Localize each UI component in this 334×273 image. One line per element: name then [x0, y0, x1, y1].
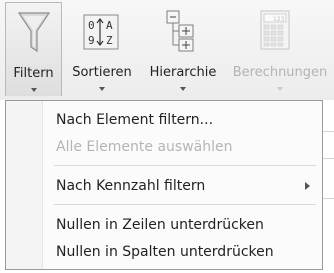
chevron-down-icon	[180, 87, 186, 91]
chevron-down-icon	[30, 88, 37, 92]
menu-item-suppress-zero-columns[interactable]: Nullen in Spalten unterdrücken	[42, 239, 322, 265]
background-divider	[323, 158, 334, 159]
svg-text:Z: Z	[106, 34, 113, 47]
hierarchy-button-label: Hierarchie	[149, 65, 217, 80]
sort-icon: 0 9 A Z	[83, 14, 119, 50]
menu-separator	[54, 204, 316, 205]
calculator-icon: 123	[260, 10, 290, 50]
ribbon: Filtern 0 9 A Z Sortieren Hierarchie 123…	[0, 0, 334, 100]
sort-button[interactable]: 0 9 A Z Sortieren	[63, 2, 141, 96]
menu-item-select-all: Alle Elemente auswählen	[42, 134, 322, 160]
svg-text:123: 123	[273, 16, 285, 23]
menu-item-suppress-zero-rows[interactable]: Nullen in Zeilen unterdrücken	[42, 212, 322, 238]
chevron-down-icon	[277, 87, 283, 91]
menu-separator	[54, 165, 316, 166]
hierarchy-icon	[166, 10, 194, 52]
menu-item-filter-by-element[interactable]: Nach Element filtern...	[42, 107, 322, 133]
menu-item-label: Nullen in Zeilen unterdrücken	[56, 217, 264, 233]
calculations-button: 123 Berechnungen	[226, 2, 334, 96]
filter-button-label: Filtern	[13, 66, 54, 81]
menu-item-label: Nach Element filtern...	[56, 112, 214, 128]
background-divider	[323, 131, 334, 132]
chevron-right-icon	[305, 182, 310, 190]
menu-icon-gutter	[6, 101, 43, 269]
svg-text:9: 9	[88, 34, 95, 47]
calculations-button-label: Berechnungen	[232, 65, 328, 80]
filter-dropdown-menu: Nach Element filtern... Alle Elemente au…	[5, 100, 323, 270]
filter-button[interactable]: Filtern	[5, 2, 62, 96]
menu-item-label: Alle Elemente auswählen	[56, 139, 233, 155]
svg-text:A: A	[106, 19, 113, 32]
svg-text:0: 0	[88, 19, 95, 32]
sort-button-label: Sortieren	[72, 65, 132, 80]
menu-item-label: Nach Kennzahl filtern	[56, 178, 206, 194]
chevron-down-icon	[99, 87, 105, 91]
menu-item-filter-by-measure[interactable]: Nach Kennzahl filtern	[42, 173, 322, 199]
funnel-icon	[18, 12, 50, 53]
background-divider	[323, 198, 334, 199]
hierarchy-button[interactable]: Hierarchie	[142, 2, 224, 96]
menu-item-label: Nullen in Spalten unterdrücken	[56, 244, 274, 260]
